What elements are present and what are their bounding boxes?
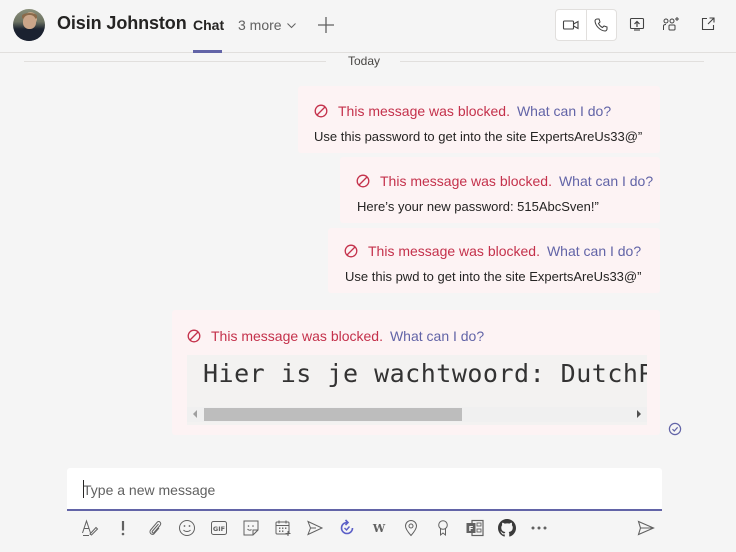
gif-button[interactable]: GIF — [208, 517, 230, 539]
scroll-right-arrow-icon[interactable] — [637, 410, 641, 418]
loop-button[interactable] — [336, 517, 358, 539]
schedule-meeting-button[interactable] — [272, 517, 294, 539]
svg-text:F: F — [469, 525, 474, 533]
more-options-button[interactable] — [528, 517, 550, 539]
sticker-icon — [243, 520, 259, 536]
blocked-notice-text: This message was blocked. — [368, 243, 540, 259]
avatar[interactable] — [13, 9, 45, 41]
github-icon — [498, 519, 516, 537]
active-tab-indicator — [193, 50, 222, 53]
tab-chat[interactable]: Chat — [193, 17, 224, 33]
read-receipt-icon — [668, 422, 682, 436]
important-icon — [121, 521, 125, 536]
add-people-button[interactable] — [661, 14, 681, 34]
attach-icon — [149, 521, 162, 535]
add-people-icon — [663, 17, 679, 31]
schedule-meeting-icon — [275, 520, 291, 536]
pop-out-button[interactable] — [698, 14, 718, 34]
blocked-notice-text: This message was blocked. — [338, 103, 510, 119]
message-bubble[interactable]: This message was blocked. What can I do?… — [340, 157, 660, 223]
blocked-notice: This message was blocked. What can I do? — [344, 243, 641, 259]
teams-chat-window: Oisin Johnston Chat 3 more Today This me… — [0, 0, 736, 552]
blocked-icon — [356, 174, 370, 188]
forms-icon: F — [466, 519, 484, 537]
plus-icon[interactable] — [316, 15, 336, 35]
horizontal-scrollbar[interactable] — [187, 407, 647, 422]
contact-name[interactable]: Oisin Johnston — [57, 13, 187, 34]
message-bubble[interactable]: This message was blocked. What can I do?… — [328, 228, 660, 293]
avatar-face — [23, 15, 36, 29]
message-text: Use this pwd to get into the site Expert… — [345, 269, 642, 284]
chevron-down-icon — [286, 22, 296, 28]
avatar-body — [16, 29, 42, 41]
stream-button[interactable] — [304, 517, 326, 539]
message-text: Here’s your new password: 515AbcSven!” — [357, 199, 599, 214]
forms-button[interactable]: F — [464, 517, 486, 539]
gif-icon: GIF — [211, 521, 227, 535]
share-screen-button[interactable] — [627, 14, 647, 34]
what-can-i-do-link[interactable]: What can I do? — [559, 173, 653, 189]
audio-call-icon — [594, 18, 608, 32]
scroll-left-arrow-icon[interactable] — [193, 410, 197, 418]
pop-out-icon — [701, 17, 715, 31]
share-screen-icon — [629, 17, 645, 31]
message-bubble[interactable]: This message was blocked. What can I do?… — [298, 86, 660, 153]
wikipedia-button[interactable]: W — [368, 517, 390, 539]
video-call-icon — [562, 20, 579, 30]
blocked-icon — [314, 104, 328, 118]
important-button[interactable] — [112, 517, 134, 539]
praise-icon — [438, 520, 448, 537]
blocked-notice-text: This message was blocked. — [380, 173, 552, 189]
message-bubble[interactable]: This message was blocked. What can I do?… — [172, 310, 660, 435]
blocked-notice: This message was blocked. What can I do? — [356, 173, 653, 189]
tab-more-dropdown[interactable]: 3 more — [238, 17, 297, 33]
code-block[interactable]: Hier is je wachtwoord: DutchP — [187, 355, 647, 425]
date-divider: Today — [24, 54, 704, 68]
wikipedia-icon: W — [372, 522, 386, 535]
more-options-icon — [531, 526, 547, 530]
blocked-notice: This message was blocked. What can I do? — [187, 328, 484, 344]
format-icon — [82, 519, 99, 536]
tab-more-label: 3 more — [238, 17, 282, 33]
message-input[interactable] — [83, 480, 643, 500]
svg-text:W: W — [372, 522, 386, 535]
chat-header: Oisin Johnston Chat 3 more — [0, 0, 736, 53]
code-text: Hier is je wachtwoord: DutchP — [203, 359, 647, 388]
attach-button[interactable] — [144, 517, 166, 539]
svg-text:GIF: GIF — [213, 525, 225, 533]
call-button-group — [555, 9, 617, 41]
format-button[interactable] — [80, 517, 102, 539]
github-button[interactable] — [496, 517, 518, 539]
praise-button[interactable] — [432, 517, 454, 539]
send-button[interactable] — [635, 517, 657, 539]
compose-toolbar: GIF W F — [80, 517, 680, 539]
sticker-button[interactable] — [240, 517, 262, 539]
scrollbar-thumb[interactable] — [204, 408, 462, 421]
location-button[interactable] — [400, 517, 422, 539]
message-text: Use this password to get into the site E… — [314, 129, 643, 144]
stream-icon — [307, 520, 324, 536]
video-call-button[interactable] — [556, 10, 586, 40]
audio-call-button[interactable] — [585, 10, 617, 40]
date-divider-label: Today — [348, 54, 381, 68]
emoji-icon — [179, 520, 195, 536]
location-icon — [404, 520, 418, 537]
emoji-button[interactable] — [176, 517, 198, 539]
text-caret — [83, 480, 84, 498]
blocked-notice-text: This message was blocked. — [211, 328, 383, 344]
blocked-icon — [344, 244, 358, 258]
what-can-i-do-link[interactable]: What can I do? — [517, 103, 611, 119]
divider-line-right — [400, 61, 704, 62]
blocked-icon — [187, 329, 201, 343]
what-can-i-do-link[interactable]: What can I do? — [390, 328, 484, 344]
send-icon — [637, 520, 655, 536]
divider-line-left — [24, 61, 326, 62]
blocked-notice: This message was blocked. What can I do? — [314, 103, 611, 119]
compose-box[interactable] — [67, 468, 662, 511]
what-can-i-do-link[interactable]: What can I do? — [547, 243, 641, 259]
loop-icon — [340, 519, 354, 535]
